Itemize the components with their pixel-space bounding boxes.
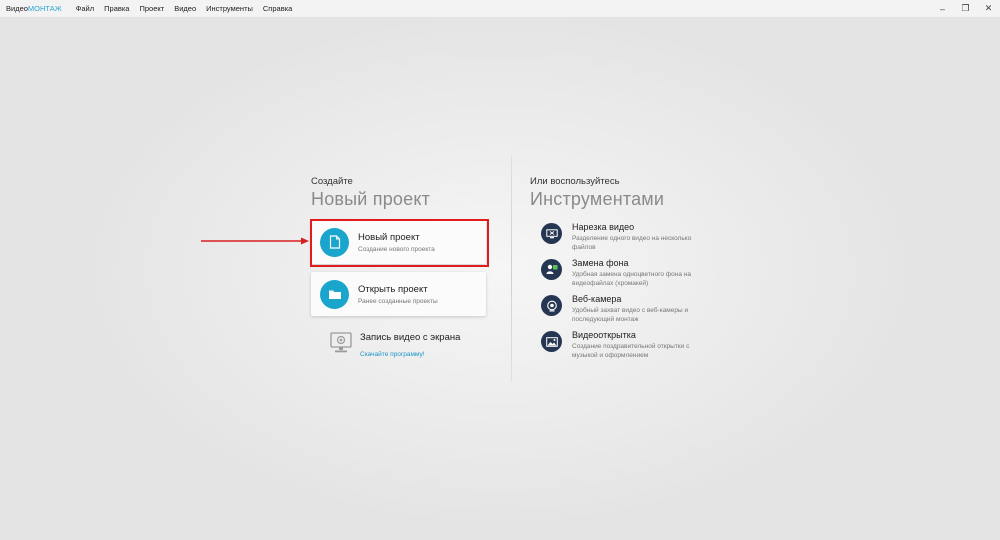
tool-title: Видеооткрытка [572, 330, 636, 340]
screen-record-item[interactable]: Запись видео с экрана Скачайте программу… [330, 332, 460, 361]
tool-title: Веб-камера [572, 294, 622, 304]
title-bar: ВидеоМОНТАЖ Файл Правка Проект Видео Инс… [0, 0, 1000, 18]
menu-help[interactable]: Справка [263, 4, 292, 13]
tool-webcam[interactable]: Веб-камера Удобный захват видео с веб-ка… [541, 294, 697, 324]
tool-desc: Разделение одного видео на несколько фай… [572, 235, 692, 251]
postcard-icon [541, 331, 562, 352]
menu-file[interactable]: Файл [76, 4, 94, 13]
section-divider [511, 156, 512, 382]
new-project-title: Новый проект [358, 231, 420, 243]
create-label: Создайте [311, 176, 353, 187]
open-project-subtitle: Ранее созданные проекты [358, 297, 438, 305]
tool-desc: Удобная замена одноцветного фона на виде… [572, 271, 691, 287]
tools-section-header: Или воспользуйтесь Инструментами [530, 176, 730, 210]
open-project-title: Открыть проект [358, 283, 428, 295]
cut-video-icon [541, 223, 562, 244]
tool-title: Замена фона [572, 258, 629, 268]
tool-postcard[interactable]: Видеооткрытка Создание поздравительной о… [541, 330, 697, 360]
folder-icon [320, 279, 349, 309]
tool-cut-video[interactable]: Нарезка видео Разделение одного видео на… [541, 222, 697, 252]
menu-video[interactable]: Видео [174, 4, 196, 13]
arrow-annotation-icon [201, 237, 309, 245]
minimize-button[interactable]: – [931, 0, 954, 17]
menu-tools[interactable]: Инструменты [206, 4, 253, 13]
tool-desc: Создание поздравительной открытки с музы… [572, 343, 690, 359]
open-project-button[interactable]: Открыть проект Ранее созданные проекты [311, 272, 486, 316]
new-project-button[interactable]: Новый проект Создание нового проекта [311, 220, 486, 264]
new-project-subtitle: Создание нового проекта [358, 245, 435, 253]
maximize-button[interactable]: ❐ [954, 0, 977, 17]
screen-record-title: Запись видео с экрана [360, 332, 461, 343]
tool-chroma-key[interactable]: Замена фона Удобная замена одноцветного … [541, 258, 697, 288]
tools-label: Или воспользуйтесь [530, 176, 620, 187]
tools-heading: Инструментами [530, 189, 665, 209]
webcam-icon [541, 295, 562, 316]
tool-desc: Удобный захват видео с веб-камеры и посл… [572, 307, 689, 323]
create-section-header: Создайте Новый проект [311, 176, 491, 210]
document-icon [320, 227, 349, 257]
close-button[interactable]: ✕ [977, 0, 1000, 17]
menu-edit[interactable]: Правка [104, 4, 129, 13]
app-logo: ВидеоМОНТАЖ [6, 4, 62, 13]
new-project-heading: Новый проект [311, 189, 431, 209]
chroma-key-icon [541, 259, 562, 280]
menu-project[interactable]: Проект [139, 4, 164, 13]
download-program-link[interactable]: Скачайте программу! [360, 351, 425, 358]
tool-title: Нарезка видео [572, 222, 635, 232]
monitor-icon [330, 332, 352, 353]
